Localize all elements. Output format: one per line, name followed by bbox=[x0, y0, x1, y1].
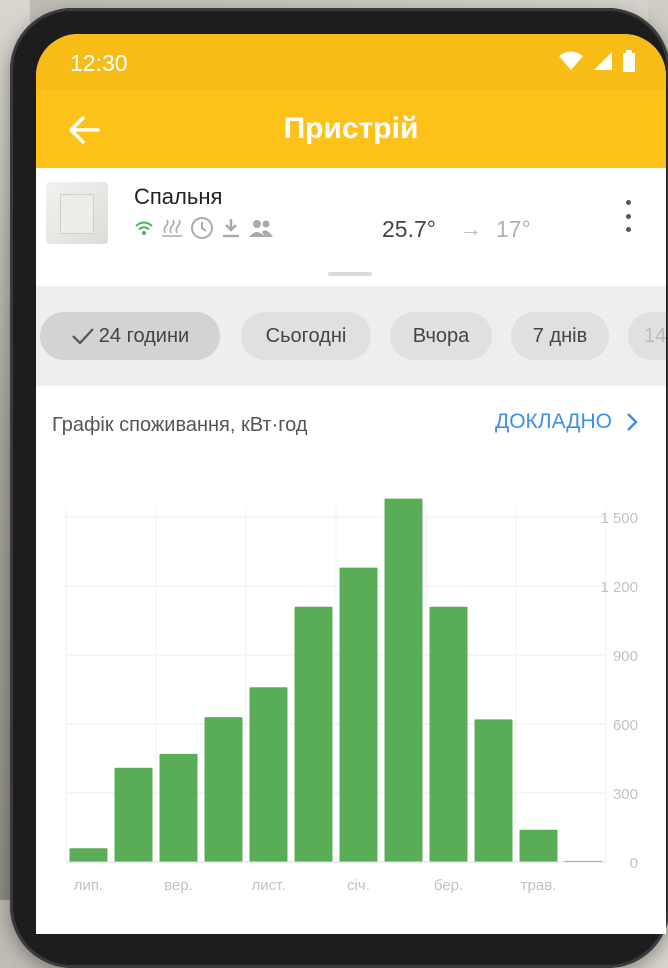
x-tick-label: бер. bbox=[434, 877, 463, 894]
x-tick-label: трав. bbox=[521, 877, 557, 894]
chart-bar bbox=[294, 606, 333, 862]
wifi-icon bbox=[135, 221, 153, 235]
phone-frame: 12:30 Пристрій Спальня 25.7° → 17° 24 го… bbox=[10, 8, 668, 968]
y-tick-label: 900 bbox=[613, 648, 638, 665]
details-label: ДОКЛАДНО bbox=[495, 410, 612, 433]
device-thumbnail bbox=[46, 182, 108, 244]
chevron-right-icon bbox=[627, 413, 638, 431]
y-tick-label: 1 500 bbox=[600, 510, 638, 527]
target-temperature: 17° bbox=[496, 216, 531, 242]
chip-label: 14 bbox=[644, 324, 666, 347]
chip-label: Сьогодні bbox=[265, 324, 347, 347]
chip-14-days[interactable]: 14 bbox=[628, 312, 666, 360]
status-time: 12:30 bbox=[70, 50, 128, 76]
check-icon bbox=[72, 328, 94, 345]
consumption-chart-svg: 1 500 1 200 900 600 300 0 лип. вер. лист. січ. бер… bbox=[65, 498, 638, 894]
wifi-icon bbox=[559, 51, 583, 70]
app-bar: Пристрій bbox=[36, 90, 666, 168]
period-filter-bar: 24 години Сьогодні Вчора 7 днів 14 bbox=[36, 286, 666, 386]
chart-bar bbox=[69, 848, 108, 862]
y-tick-label: 300 bbox=[613, 786, 638, 803]
x-tick-label: лип. bbox=[74, 877, 103, 894]
chart-bar bbox=[159, 753, 198, 862]
current-temperature: 25.7° bbox=[382, 216, 436, 242]
chip-today[interactable]: Сьогодні bbox=[241, 312, 371, 360]
chart-header: Графік споживання, кВт·год ДОКЛАДНО bbox=[36, 386, 666, 462]
x-tick-label: січ. bbox=[347, 877, 370, 894]
app-screen: 12:30 Пристрій Спальня 25.7° → 17° 24 го… bbox=[36, 34, 666, 934]
y-tick-label: 0 bbox=[630, 855, 638, 872]
battery-icon bbox=[623, 50, 635, 72]
y-tick-label: 1 200 bbox=[600, 579, 638, 596]
chart-bar bbox=[249, 687, 288, 862]
heating-icon bbox=[162, 219, 182, 237]
details-link[interactable]: ДОКЛАДНО bbox=[495, 410, 638, 434]
device-card[interactable]: Спальня 25.7° → 17° bbox=[36, 168, 666, 287]
device-status-icons bbox=[134, 216, 274, 240]
clock-icon bbox=[191, 217, 213, 239]
temperature-arrow-icon: → bbox=[460, 216, 482, 241]
chip-label: 7 днів bbox=[532, 324, 588, 347]
chart-bar bbox=[519, 829, 558, 862]
chart-bar bbox=[429, 606, 468, 862]
chip-24-hours[interactable]: 24 години bbox=[40, 312, 220, 360]
x-tick-label: лист. bbox=[251, 877, 285, 894]
chart-title: Графік споживання, кВт·год bbox=[52, 414, 308, 436]
chip-label: 24 години bbox=[98, 324, 190, 347]
chip-label: Вчора bbox=[412, 324, 470, 347]
status-icons bbox=[558, 50, 636, 72]
chip-yesterday[interactable]: Вчора bbox=[390, 312, 492, 360]
x-tick-label: вер. bbox=[164, 877, 193, 894]
download-icon bbox=[223, 219, 239, 238]
drag-handle[interactable] bbox=[328, 272, 372, 276]
users-icon bbox=[249, 220, 273, 237]
more-vert-icon[interactable] bbox=[622, 200, 634, 232]
page-title: Пристрій bbox=[283, 112, 419, 145]
device-name: Спальня bbox=[134, 184, 223, 209]
signal-icon bbox=[594, 52, 612, 70]
chart-bar bbox=[474, 719, 513, 862]
chip-7-days[interactable]: 7 днів bbox=[511, 312, 609, 360]
status-bar: 12:30 bbox=[36, 34, 666, 90]
chart-bar bbox=[384, 498, 423, 862]
chart-bar bbox=[204, 717, 243, 862]
consumption-chart: 1 500 1 200 900 600 300 0 лип. вер. лист. січ. бер… bbox=[36, 462, 666, 934]
chart-bar bbox=[114, 767, 153, 862]
chart-bar bbox=[339, 567, 378, 862]
y-tick-label: 600 bbox=[613, 717, 638, 734]
